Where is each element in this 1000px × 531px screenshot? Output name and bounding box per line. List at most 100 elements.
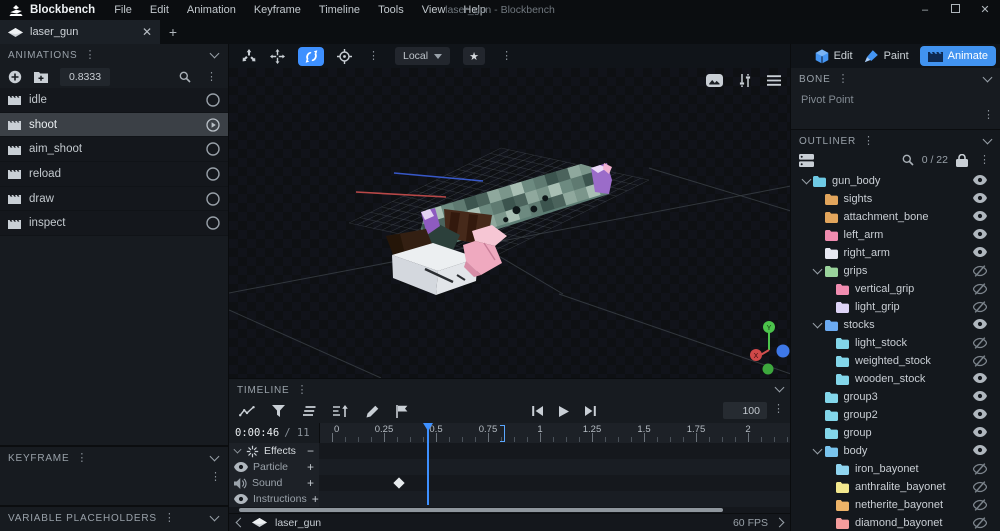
timeline-zoom-input[interactable]: 100 bbox=[723, 402, 767, 419]
group-folder-icon[interactable] bbox=[836, 301, 849, 313]
visibility-on-icon[interactable] bbox=[973, 229, 987, 239]
group-name[interactable]: sights bbox=[844, 193, 873, 205]
play-animation-button[interactable] bbox=[206, 216, 220, 230]
group-name[interactable]: grips bbox=[844, 265, 868, 277]
animation-item-inspect[interactable]: inspect bbox=[0, 211, 228, 237]
bone-panel-header[interactable]: BONE ⋮ bbox=[791, 68, 1000, 90]
playhead[interactable] bbox=[423, 423, 434, 505]
group-name[interactable]: gun_body bbox=[832, 175, 880, 187]
track-lane[interactable] bbox=[319, 475, 791, 491]
jump-to-end-icon[interactable] bbox=[584, 406, 596, 416]
expand-collapse-icon[interactable] bbox=[811, 318, 825, 328]
animation-item-reload[interactable]: reload bbox=[0, 162, 228, 187]
viewport-menu-icon[interactable] bbox=[767, 75, 781, 86]
group-folder-icon[interactable] bbox=[824, 265, 838, 277]
tab-close-icon[interactable]: ✕ bbox=[142, 25, 152, 39]
outliner-node-light_grip[interactable]: light_grip bbox=[791, 298, 1000, 316]
minimize-button[interactable]: – bbox=[910, 0, 940, 20]
outliner-node-group3[interactable]: group3 bbox=[791, 388, 1000, 406]
edit-keyframe-icon[interactable] bbox=[366, 405, 379, 418]
outliner-node-group[interactable]: group bbox=[791, 424, 1000, 442]
visibility-off-icon[interactable] bbox=[973, 355, 987, 367]
keyframe-panel-header[interactable]: KEYFRAME ⋮ bbox=[0, 447, 228, 469]
status-next-icon[interactable] bbox=[774, 517, 785, 528]
outliner-node-weighted_stock[interactable]: weighted_stock bbox=[791, 352, 1000, 370]
menu-timeline[interactable]: Timeline bbox=[310, 0, 369, 20]
menu-animation[interactable]: Animation bbox=[178, 0, 245, 20]
graph-editor-icon[interactable] bbox=[239, 405, 255, 417]
bone-menu-icon[interactable]: ⋮ bbox=[835, 73, 852, 85]
search-icon[interactable] bbox=[179, 71, 191, 83]
animation-item-draw[interactable]: draw bbox=[0, 186, 228, 212]
visibility-off-icon[interactable] bbox=[973, 463, 987, 475]
close-button[interactable]: ✕ bbox=[970, 0, 1000, 20]
group-folder-icon[interactable] bbox=[836, 517, 849, 529]
group-name[interactable]: wooden_stock bbox=[855, 373, 925, 385]
outliner-node-diamond_bayonet[interactable]: diamond_bayonet bbox=[791, 514, 1000, 531]
sort-channels-icon[interactable] bbox=[333, 405, 349, 417]
outliner-node-stocks[interactable]: stocks bbox=[791, 316, 1000, 334]
visibility-on-icon[interactable] bbox=[973, 211, 987, 221]
group-name[interactable]: group2 bbox=[844, 409, 878, 421]
maximize-button[interactable] bbox=[940, 0, 970, 20]
group-folder-icon[interactable] bbox=[813, 175, 826, 187]
variable-placeholders-panel-header[interactable]: VARIABLE PLACEHOLDERS ⋮ bbox=[0, 507, 228, 529]
group-name[interactable]: group3 bbox=[844, 391, 878, 403]
play-icon[interactable] bbox=[559, 405, 569, 417]
animation-item-shoot[interactable]: shoot bbox=[0, 112, 228, 138]
group-folder-icon[interactable] bbox=[836, 463, 849, 475]
outliner-node-group2[interactable]: group2 bbox=[791, 406, 1000, 424]
visibility-off-icon[interactable] bbox=[973, 301, 987, 313]
visibility-on-icon[interactable] bbox=[973, 175, 987, 185]
visibility-off-icon[interactable] bbox=[973, 481, 987, 493]
group-folder-icon[interactable] bbox=[824, 229, 838, 241]
group-folder-icon[interactable] bbox=[824, 445, 838, 457]
visibility-on-icon[interactable] bbox=[973, 391, 987, 401]
outliner-node-anthralite_bayonet[interactable]: anthralite_bayonet bbox=[791, 478, 1000, 496]
group-folder-icon[interactable] bbox=[824, 427, 838, 439]
add-channel-button[interactable]: + bbox=[307, 461, 314, 473]
outliner-toolbar-menu-icon[interactable]: ⋮ bbox=[976, 154, 993, 166]
pivot-point-menu-icon[interactable]: ⋮ bbox=[980, 110, 997, 121]
track-lane[interactable] bbox=[319, 491, 791, 507]
track-expand-icon[interactable] bbox=[233, 445, 242, 454]
timeline-ruler[interactable]: 0 0.25 0.5 0.75 1 1.25 1.5 1.75 2 bbox=[319, 423, 791, 443]
outliner-node-vertical_grip[interactable]: vertical_grip bbox=[791, 280, 1000, 298]
group-name[interactable]: left_arm bbox=[844, 229, 884, 241]
outliner-node-gun_body[interactable]: gun_body bbox=[791, 172, 1000, 190]
move-tool-icon[interactable] bbox=[270, 48, 285, 64]
tab-laser-gun[interactable]: laser_gun ✕ bbox=[0, 20, 160, 44]
outliner-node-grips[interactable]: grips bbox=[791, 262, 1000, 280]
keyframe-collapse-icon[interactable] bbox=[209, 451, 220, 462]
track-header-effects[interactable]: Effects − bbox=[229, 443, 319, 459]
menu-edit[interactable]: Edit bbox=[141, 0, 178, 20]
mode-edit-button[interactable]: Edit bbox=[815, 49, 853, 64]
outliner-node-wooden_stock[interactable]: wooden_stock bbox=[791, 370, 1000, 388]
track-lane[interactable] bbox=[319, 459, 791, 475]
animations-toolbar-menu-icon[interactable]: ⋮ bbox=[203, 71, 220, 83]
visibility-off-icon[interactable] bbox=[973, 283, 987, 295]
tool-overflow-menu-icon[interactable]: ⋮ bbox=[365, 50, 382, 62]
visibility-off-icon[interactable] bbox=[973, 337, 987, 349]
visibility-on-icon[interactable] bbox=[973, 445, 987, 455]
expand-collapse-icon[interactable] bbox=[811, 444, 825, 454]
play-animation-button[interactable] bbox=[206, 93, 220, 107]
group-folder-icon[interactable] bbox=[836, 373, 849, 385]
outliner-panel-header[interactable]: OUTLINER ⋮ bbox=[791, 130, 1000, 152]
timeline-menu-icon[interactable]: ⋮ bbox=[294, 384, 311, 396]
add-channel-button[interactable]: + bbox=[307, 477, 314, 489]
variable-placeholders-menu-icon[interactable]: ⋮ bbox=[161, 512, 178, 524]
lock-icon[interactable] bbox=[956, 153, 968, 167]
visibility-off-icon[interactable] bbox=[973, 517, 987, 529]
animations-collapse-icon[interactable] bbox=[209, 48, 220, 59]
group-folder-icon[interactable] bbox=[836, 355, 849, 367]
add-channel-button[interactable]: + bbox=[312, 493, 319, 505]
menu-tools[interactable]: Tools bbox=[369, 0, 413, 20]
hscrollbar-thumb[interactable] bbox=[239, 508, 723, 512]
expand-collapse-icon[interactable] bbox=[799, 174, 813, 184]
group-folder-icon[interactable] bbox=[836, 283, 849, 295]
timeline-panel-header[interactable]: TIMELINE ⋮ bbox=[229, 379, 791, 401]
marker-icon[interactable] bbox=[396, 404, 408, 418]
screenshot-icon[interactable] bbox=[706, 74, 723, 87]
group-folder-icon[interactable] bbox=[824, 193, 838, 205]
